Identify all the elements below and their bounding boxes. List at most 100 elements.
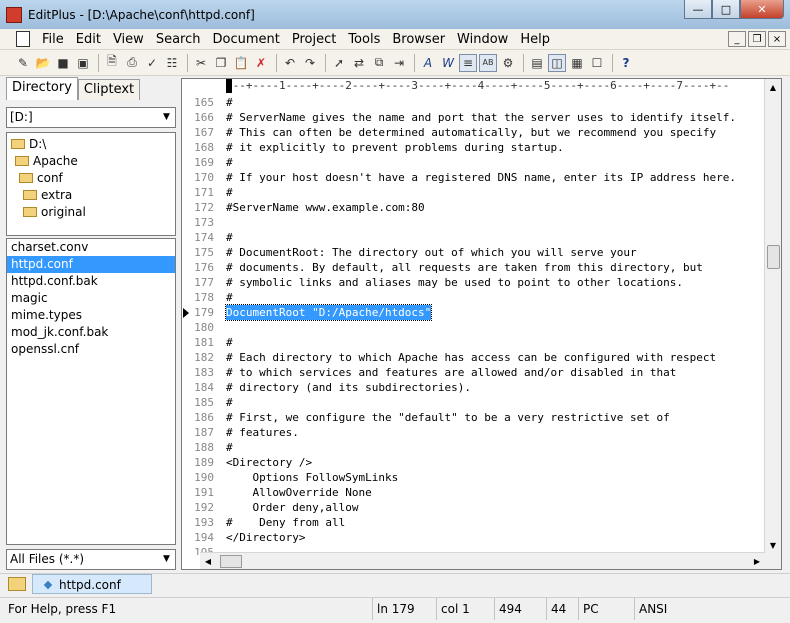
code-line[interactable]: 189 <Directory /> bbox=[182, 455, 766, 470]
list-item[interactable]: charset.conv bbox=[7, 239, 175, 256]
code-line[interactable]: 180 bbox=[182, 320, 766, 335]
undo-icon[interactable]: ↶ bbox=[281, 54, 299, 72]
menu-file[interactable]: File bbox=[36, 32, 70, 47]
code-line[interactable]: 183 # to which services and features are … bbox=[182, 365, 766, 380]
word-wrap-icon[interactable]: W bbox=[439, 54, 457, 72]
editplus-app-icon[interactable] bbox=[6, 6, 22, 23]
menu-document[interactable]: Document bbox=[206, 32, 285, 47]
replace-icon[interactable]: ⇄ bbox=[350, 54, 368, 72]
code-line[interactable]: 174 # bbox=[182, 230, 766, 245]
spell-check-icon[interactable]: ✓ bbox=[143, 54, 161, 72]
tree-item-conf[interactable]: conf bbox=[19, 169, 63, 186]
horizontal-scrollbar[interactable]: ◀ ▶ bbox=[200, 552, 765, 569]
code-line[interactable]: 172 #ServerName www.example.com:80 bbox=[182, 200, 766, 215]
vertical-scrollbar[interactable]: ▲ ▼ bbox=[764, 79, 781, 553]
drive-select[interactable]: [D:] ▼ bbox=[6, 107, 176, 128]
code-line[interactable]: 170 # If your host doesn't have a registe… bbox=[182, 170, 766, 185]
tab-cliptext[interactable]: Cliptext bbox=[77, 79, 141, 100]
tab-directory[interactable]: Directory bbox=[6, 77, 78, 100]
line-number-icon[interactable]: ≡ bbox=[459, 53, 477, 72]
code-line[interactable]: 191 AllowOverride None bbox=[182, 485, 766, 500]
code-line[interactable]: 187 # features. bbox=[182, 425, 766, 440]
list-item[interactable]: httpd.conf.bak bbox=[7, 273, 175, 290]
menu-edit[interactable]: Edit bbox=[70, 32, 107, 47]
menu-tools[interactable]: Tools bbox=[342, 32, 386, 47]
paste-icon[interactable]: 📋 bbox=[232, 54, 250, 72]
print-icon[interactable]: ⎙ bbox=[123, 54, 141, 72]
copy-icon[interactable]: ❐ bbox=[212, 54, 230, 72]
code-line[interactable]: 165 # bbox=[182, 95, 766, 110]
close-button[interactable]: ✕ bbox=[740, 0, 784, 19]
document-icon[interactable] bbox=[16, 31, 30, 47]
code-line[interactable]: 181 # bbox=[182, 335, 766, 350]
chevron-down-icon[interactable]: ▼ bbox=[158, 108, 175, 127]
redo-icon[interactable]: ↷ bbox=[301, 54, 319, 72]
save-icon[interactable]: ■ bbox=[54, 54, 72, 72]
cut-icon[interactable]: ✂ bbox=[192, 54, 210, 72]
list-item[interactable]: mime.types bbox=[7, 307, 175, 324]
code-line[interactable]: 177 # symbolic links and aliases may be u… bbox=[182, 275, 766, 290]
doc-close-button[interactable]: × bbox=[768, 31, 786, 47]
code-line[interactable]: 169 # bbox=[182, 155, 766, 170]
save-all-icon[interactable]: ▣ bbox=[74, 54, 92, 72]
doc-tab-httpd-conf[interactable]: httpd.conf bbox=[32, 574, 152, 594]
directory-window-icon[interactable]: ◫ bbox=[548, 53, 566, 72]
browser-icon[interactable]: ▦ bbox=[568, 54, 586, 72]
minimize-button[interactable]: — bbox=[684, 0, 712, 19]
file-filter-select[interactable]: All Files (*.*) ▼ bbox=[6, 549, 176, 570]
menu-browser[interactable]: Browser bbox=[386, 32, 451, 47]
code-line[interactable]: 188 # bbox=[182, 440, 766, 455]
doc-restore-button[interactable]: ❐ bbox=[748, 31, 766, 47]
list-item[interactable]: openssl.cnf bbox=[7, 341, 175, 358]
menu-help[interactable]: Help bbox=[514, 32, 556, 47]
scroll-right-icon[interactable]: ▶ bbox=[749, 553, 765, 569]
scroll-left-icon[interactable]: ◀ bbox=[200, 553, 216, 569]
code-line[interactable]: 168 # it explicitly to prevent problems d… bbox=[182, 140, 766, 155]
tree-item-apache[interactable]: Apache bbox=[15, 152, 78, 169]
menu-view[interactable]: View bbox=[107, 32, 150, 47]
menu-window[interactable]: Window bbox=[451, 32, 514, 47]
font-icon[interactable]: A bbox=[419, 54, 437, 72]
scroll-down-icon[interactable]: ▼ bbox=[765, 537, 781, 553]
maximize-button[interactable]: □ bbox=[712, 0, 740, 19]
editor-pane[interactable]: ---+----1----+----2----+----3----+----4-… bbox=[181, 78, 782, 570]
ruler-icon[interactable]: AB bbox=[479, 53, 497, 72]
code-line[interactable]: 185 # bbox=[182, 395, 766, 410]
hscroll-thumb[interactable] bbox=[220, 555, 242, 568]
find-icon[interactable]: ➚ bbox=[330, 54, 348, 72]
tree-item-original[interactable]: original bbox=[23, 203, 86, 220]
output-window-icon[interactable]: ▤ bbox=[528, 54, 546, 72]
goto-line-icon[interactable]: ⇥ bbox=[390, 54, 408, 72]
tree-item-drive[interactable]: D:\ bbox=[11, 135, 46, 152]
delete-icon[interactable]: ✗ bbox=[252, 54, 270, 72]
code-line[interactable]: 182 # Each directory to which Apache has … bbox=[182, 350, 766, 365]
list-item[interactable]: mod_jk.conf.bak bbox=[7, 324, 175, 341]
list-item-selected[interactable]: httpd.conf bbox=[7, 256, 175, 273]
settings-icon[interactable]: ⚙ bbox=[499, 54, 517, 72]
code-line[interactable]: 193 # Deny from all bbox=[182, 515, 766, 530]
code-line[interactable]: 166 # ServerName gives the name and port … bbox=[182, 110, 766, 125]
code-line[interactable]: 176 # documents. By default, all requests… bbox=[182, 260, 766, 275]
code-line[interactable]: 178 # bbox=[182, 290, 766, 305]
cliptext-icon[interactable]: ☐ bbox=[588, 54, 606, 72]
chevron-down-icon[interactable]: ▼ bbox=[158, 550, 175, 569]
code-line[interactable]: 184 # directory (and its subdirectories). bbox=[182, 380, 766, 395]
doc-minimize-button[interactable]: _ bbox=[728, 31, 746, 47]
code-line[interactable]: 171 # bbox=[182, 185, 766, 200]
code-line[interactable]: 167 # This can often be determined automa… bbox=[182, 125, 766, 140]
tree-item-extra[interactable]: extra bbox=[23, 186, 72, 203]
code-line[interactable]: 179 DocumentRoot "D:/Apache/htdocs" bbox=[182, 304, 766, 321]
code-line[interactable]: 192 Order deny,allow bbox=[182, 500, 766, 515]
list-item[interactable]: magic bbox=[7, 290, 175, 307]
folder-icon[interactable] bbox=[8, 577, 26, 591]
code-line[interactable]: 173 bbox=[182, 215, 766, 230]
text-document-icon[interactable]: ☷ bbox=[163, 54, 181, 72]
menu-search[interactable]: Search bbox=[150, 32, 207, 47]
open-file-icon[interactable]: 📂 bbox=[34, 54, 52, 72]
scroll-thumb[interactable] bbox=[767, 245, 780, 269]
print-preview-icon[interactable]: 🗎 bbox=[103, 54, 121, 72]
new-file-icon[interactable]: ✎ bbox=[14, 54, 32, 72]
code-area[interactable]: 165 #166 # ServerName gives the name and p… bbox=[182, 95, 766, 555]
find-in-files-icon[interactable]: ⧉ bbox=[370, 54, 388, 72]
code-line[interactable]: 186 # First, we configure the "default" t… bbox=[182, 410, 766, 425]
